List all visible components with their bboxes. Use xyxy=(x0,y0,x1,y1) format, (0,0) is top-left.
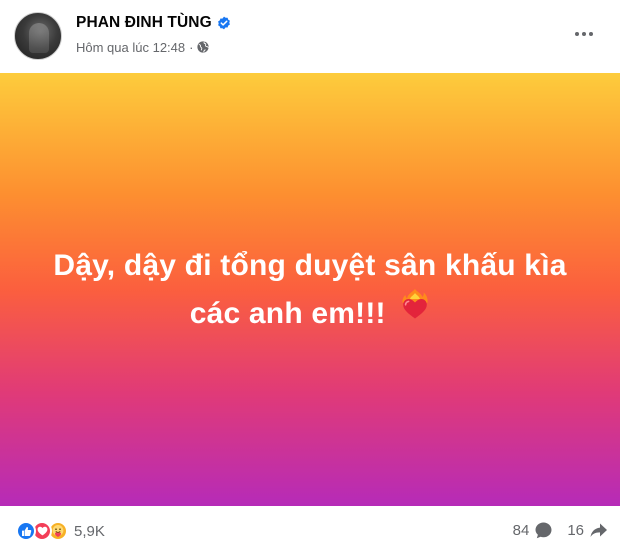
post-footer: 5,9K 84 16 xyxy=(0,506,620,554)
author-name[interactable]: PHAN ĐINH TÙNG xyxy=(76,14,212,32)
more-options-icon[interactable] xyxy=(566,20,602,48)
heart-on-fire-icon xyxy=(400,287,430,336)
post-header: PHAN ĐINH TÙNG Hôm qua lúc 12:48 · xyxy=(0,0,620,73)
like-icon xyxy=(16,521,36,541)
share-icon xyxy=(589,521,608,540)
more-dot xyxy=(589,32,593,36)
more-dot xyxy=(582,32,586,36)
comment-count: 84 xyxy=(512,522,530,539)
meta-separator: · xyxy=(189,39,194,55)
post-message: Dậy, dậy đi tổng duyệt sân khấu kìa các … xyxy=(50,242,570,338)
verified-badge-icon xyxy=(217,16,231,30)
comment-icon xyxy=(534,521,553,540)
reactions-summary[interactable]: 5,9K xyxy=(16,521,105,541)
post-background-text[interactable]: Dậy, dậy đi tổng duyệt sân khấu kìa các … xyxy=(0,73,620,506)
avatar[interactable] xyxy=(14,12,62,60)
post-timestamp[interactable]: Hôm qua lúc 12:48 xyxy=(76,40,185,55)
avatar-photo xyxy=(29,23,49,53)
post-message-text: Dậy, dậy đi tổng duyệt sân khấu kìa các … xyxy=(53,248,567,330)
globe-icon[interactable] xyxy=(197,41,210,53)
shares-stat[interactable]: 16 xyxy=(567,521,608,540)
author-row: PHAN ĐINH TÙNG xyxy=(76,13,231,33)
post-stats: 84 16 xyxy=(513,521,608,540)
facebook-post: PHAN ĐINH TÙNG Hôm qua lúc 12:48 · Dậy, … xyxy=(0,0,620,554)
reaction-count: 5,9K xyxy=(74,522,105,540)
share-count: 16 xyxy=(567,522,584,539)
comments-stat[interactable]: 84 xyxy=(513,521,554,540)
more-dot xyxy=(575,32,579,36)
post-meta: Hôm qua lúc 12:48 · xyxy=(76,38,210,56)
